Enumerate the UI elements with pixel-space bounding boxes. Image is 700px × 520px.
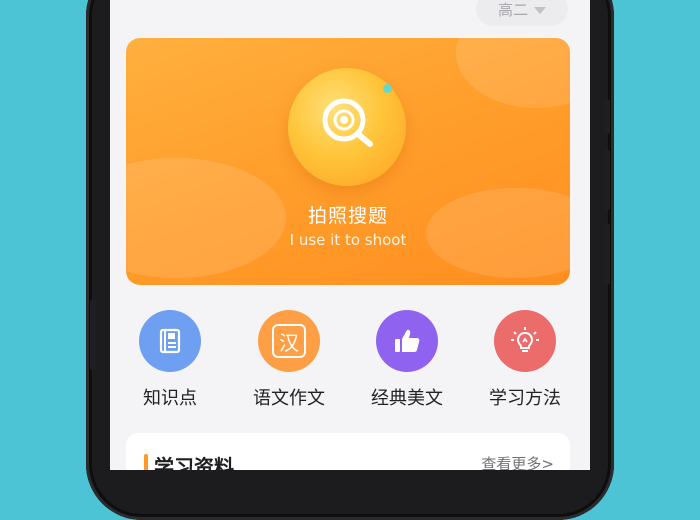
phone-side-button	[604, 150, 610, 210]
feature-icon-circle	[376, 310, 438, 372]
feature-knowledge[interactable]: 知识点	[120, 310, 220, 410]
phone-side-button	[90, 300, 96, 370]
feature-chinese-essay[interactable]: 汉 语文作文	[239, 310, 339, 410]
feature-icon-circle	[139, 310, 201, 372]
lightbulb-icon	[511, 327, 539, 352]
han-character-icon: 汉	[272, 324, 306, 358]
feature-study-methods[interactable]: 学习方法	[475, 310, 575, 410]
banner-subtitle: I use it to shoot	[289, 231, 407, 249]
feature-classic-articles[interactable]: 经典美文	[357, 310, 457, 410]
thumbs-up-icon	[395, 329, 420, 352]
feature-label: 语文作文	[253, 388, 325, 409]
grade-select[interactable]: 高二	[476, 0, 568, 26]
photo-search-banner[interactable]: 拍照搜题 I use it to shoot	[126, 38, 570, 285]
view-more-link[interactable]: 查看更多>	[481, 453, 554, 470]
han-glyph: 汉	[279, 330, 299, 355]
feature-icon-circle	[494, 310, 556, 372]
banner-decor	[456, 38, 570, 108]
book-icon	[159, 328, 181, 354]
feature-label: 学习方法	[489, 388, 561, 409]
sparkle-dot	[383, 84, 392, 93]
feature-label: 知识点	[143, 388, 197, 409]
feature-label: 经典美文	[371, 388, 443, 409]
phone-side-button	[604, 224, 610, 284]
grade-select-value: 高二	[497, 0, 528, 19]
section-title: 学习资料	[154, 455, 234, 470]
feature-icon-circle: 汉	[258, 310, 320, 372]
study-materials-section: 学习资料 查看更多>	[126, 433, 570, 470]
app-screen: 高二 拍照搜题 I use it to shoot 知识点 汉 语文作文 经典美…	[110, 0, 590, 470]
section-accent-bar	[144, 454, 148, 470]
chevron-down-icon	[534, 6, 546, 14]
banner-title: 拍照搜题	[307, 205, 388, 227]
phone-side-button	[604, 100, 610, 134]
